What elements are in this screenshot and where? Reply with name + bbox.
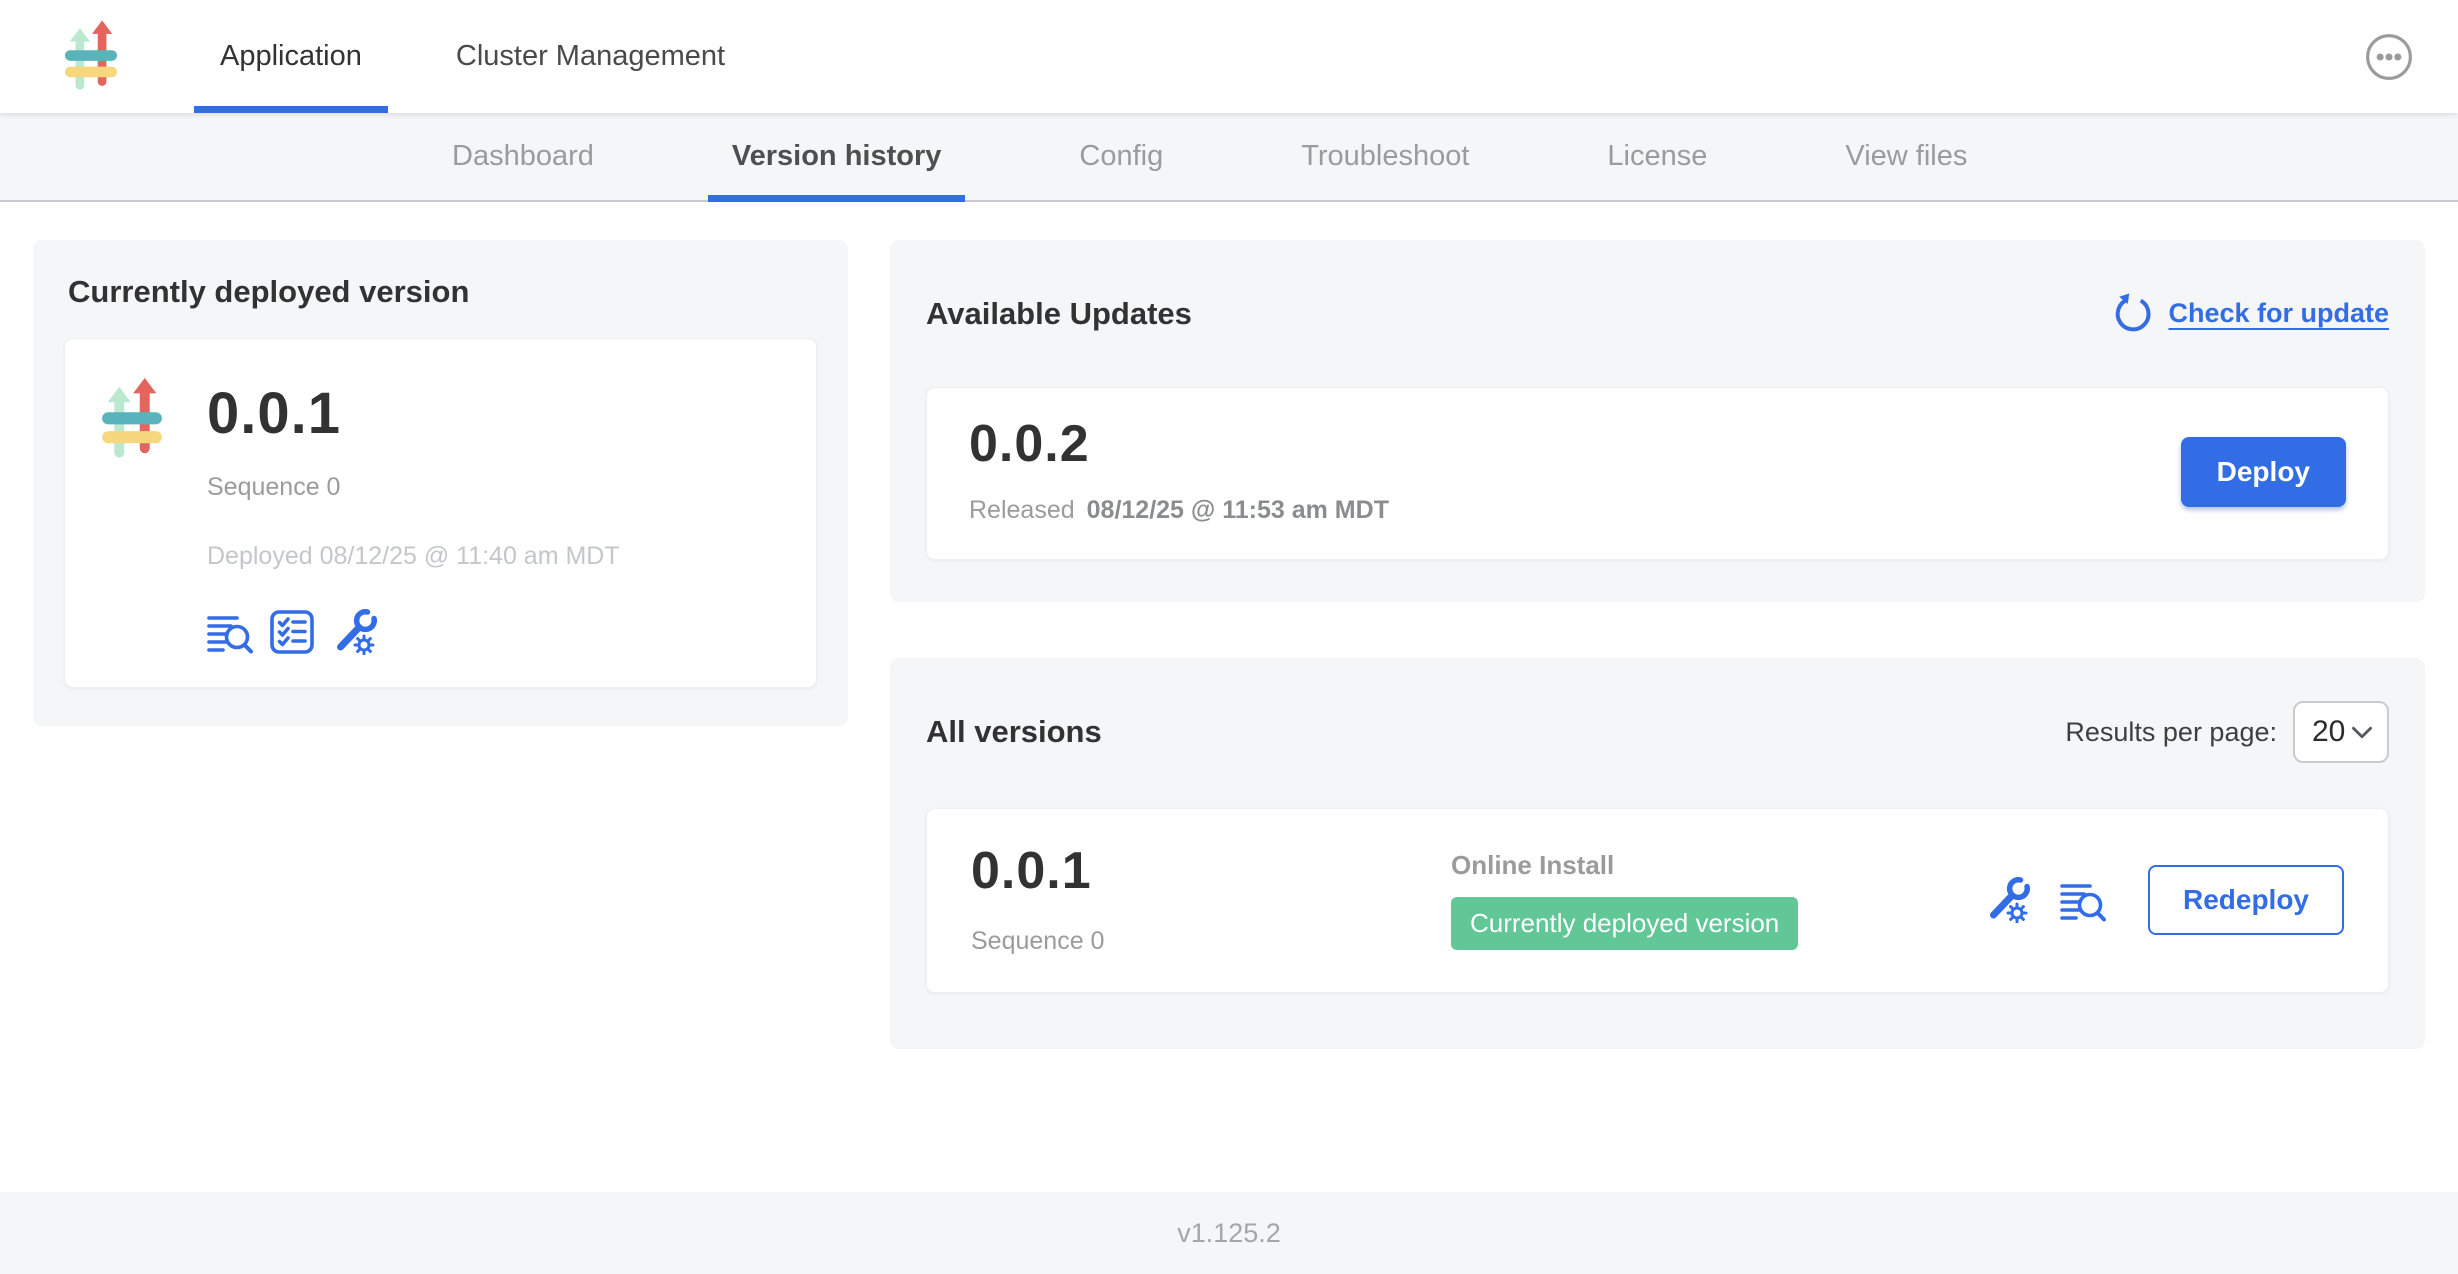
install-type-label: Online Install bbox=[1451, 850, 1984, 881]
deployed-timestamp: Deployed 08/12/25 @ 11:40 am MDT bbox=[207, 542, 620, 571]
nav-tab-label: Cluster Management bbox=[456, 40, 725, 73]
currently-deployed-title: Currently deployed version bbox=[68, 274, 817, 310]
top-navbar: Application Cluster Management bbox=[0, 0, 2458, 113]
row-sequence: Sequence 0 bbox=[971, 927, 1451, 956]
results-per-page-select[interactable]: 20 bbox=[2293, 701, 2389, 763]
version-row-actions: Redeploy bbox=[1984, 865, 2344, 935]
update-released-line: Released 08/12/25 @ 11:53 am MDT bbox=[969, 496, 1389, 525]
tab-version-history[interactable]: Version history bbox=[708, 113, 966, 200]
deployed-sequence: Sequence 0 bbox=[207, 473, 620, 502]
deployed-version-actions bbox=[207, 609, 620, 655]
version-row: 0.0.1 Sequence 0 Online Install Currentl… bbox=[926, 808, 2389, 993]
tab-config[interactable]: Config bbox=[1055, 113, 1187, 200]
deployed-version-details: 0.0.1 Sequence 0 Deployed 08/12/25 @ 11:… bbox=[207, 373, 620, 655]
results-per-page-value: 20 bbox=[2312, 715, 2345, 749]
all-versions-header: All versions Results per page: 20 bbox=[926, 688, 2389, 775]
tab-label: Version history bbox=[732, 140, 942, 173]
deploy-logs-icon[interactable] bbox=[207, 609, 253, 655]
overflow-menu-button[interactable] bbox=[2364, 32, 2414, 82]
released-timestamp: 08/12/25 @ 11:53 am MDT bbox=[1087, 496, 1389, 525]
tab-label: License bbox=[1607, 140, 1707, 173]
deploy-button[interactable]: Deploy bbox=[2181, 437, 2346, 507]
tab-troubleshoot[interactable]: Troubleshoot bbox=[1277, 113, 1493, 200]
tab-label: Config bbox=[1079, 140, 1163, 173]
version-row-details: 0.0.1 Sequence 0 bbox=[971, 845, 1451, 956]
nav-tab-application[interactable]: Application bbox=[194, 0, 388, 113]
update-details: 0.0.2 Released 08/12/25 @ 11:53 am MDT bbox=[969, 418, 1389, 525]
page-footer: v1.125.2 bbox=[0, 1192, 2458, 1274]
version-row-status: Online Install Currently deployed versio… bbox=[1451, 850, 1984, 950]
app-subnav: Dashboard Version history Config Trouble… bbox=[0, 113, 2458, 202]
console-version-label: v1.125.2 bbox=[1177, 1218, 1281, 1249]
check-for-update-label: Check for update bbox=[2168, 298, 2389, 329]
deployed-version-panel: 0.0.1 Sequence 0 Deployed 08/12/25 @ 11:… bbox=[64, 338, 817, 688]
nav-tab-cluster-management[interactable]: Cluster Management bbox=[430, 0, 751, 113]
results-per-page-label: Results per page: bbox=[2065, 717, 2277, 748]
navbar-right bbox=[2364, 0, 2414, 113]
row-version-number: 0.0.1 bbox=[971, 845, 1451, 897]
chevron-down-icon bbox=[2351, 725, 2373, 740]
ellipsis-menu-icon bbox=[2364, 32, 2414, 82]
tab-view-files[interactable]: View files bbox=[1821, 113, 1991, 200]
deployed-version-number: 0.0.1 bbox=[207, 385, 620, 443]
tab-license[interactable]: License bbox=[1583, 113, 1731, 200]
edit-config-icon[interactable] bbox=[331, 609, 377, 655]
primary-nav-tabs: Application Cluster Management bbox=[194, 0, 793, 113]
app-logo-icon bbox=[101, 377, 163, 463]
all-versions-title: All versions bbox=[926, 714, 1102, 750]
tab-label: Dashboard bbox=[452, 140, 594, 173]
available-updates-header: Available Updates Check for update bbox=[926, 270, 2389, 357]
results-per-page-control: Results per page: 20 bbox=[2065, 701, 2389, 763]
available-update-row: 0.0.2 Released 08/12/25 @ 11:53 am MDT D… bbox=[926, 387, 2389, 560]
preflight-checks-icon[interactable] bbox=[269, 609, 315, 655]
main-content: Currently deployed version 0.0.1 Sequenc… bbox=[0, 202, 2458, 1049]
available-updates-title: Available Updates bbox=[926, 296, 1192, 332]
right-column: Available Updates Check for update 0.0.2… bbox=[890, 240, 2425, 1049]
currently-deployed-card: Currently deployed version 0.0.1 Sequenc… bbox=[33, 240, 848, 726]
tab-label: View files bbox=[1845, 140, 1967, 173]
refresh-icon bbox=[2112, 293, 2154, 335]
nav-tab-label: Application bbox=[220, 40, 362, 73]
released-prefix: Released bbox=[969, 496, 1075, 525]
currently-deployed-badge: Currently deployed version bbox=[1451, 897, 1798, 950]
edit-config-icon[interactable] bbox=[1984, 877, 2030, 923]
app-logo-icon bbox=[64, 20, 118, 94]
available-updates-card: Available Updates Check for update 0.0.2… bbox=[890, 240, 2425, 602]
tab-label: Troubleshoot bbox=[1301, 140, 1469, 173]
check-for-update-link[interactable]: Check for update bbox=[2112, 293, 2389, 335]
deploy-logs-icon[interactable] bbox=[2060, 877, 2106, 923]
all-versions-card: All versions Results per page: 20 0.0.1 … bbox=[890, 658, 2425, 1048]
redeploy-button[interactable]: Redeploy bbox=[2148, 865, 2344, 935]
update-version-number: 0.0.2 bbox=[969, 418, 1389, 470]
tab-dashboard[interactable]: Dashboard bbox=[428, 113, 618, 200]
